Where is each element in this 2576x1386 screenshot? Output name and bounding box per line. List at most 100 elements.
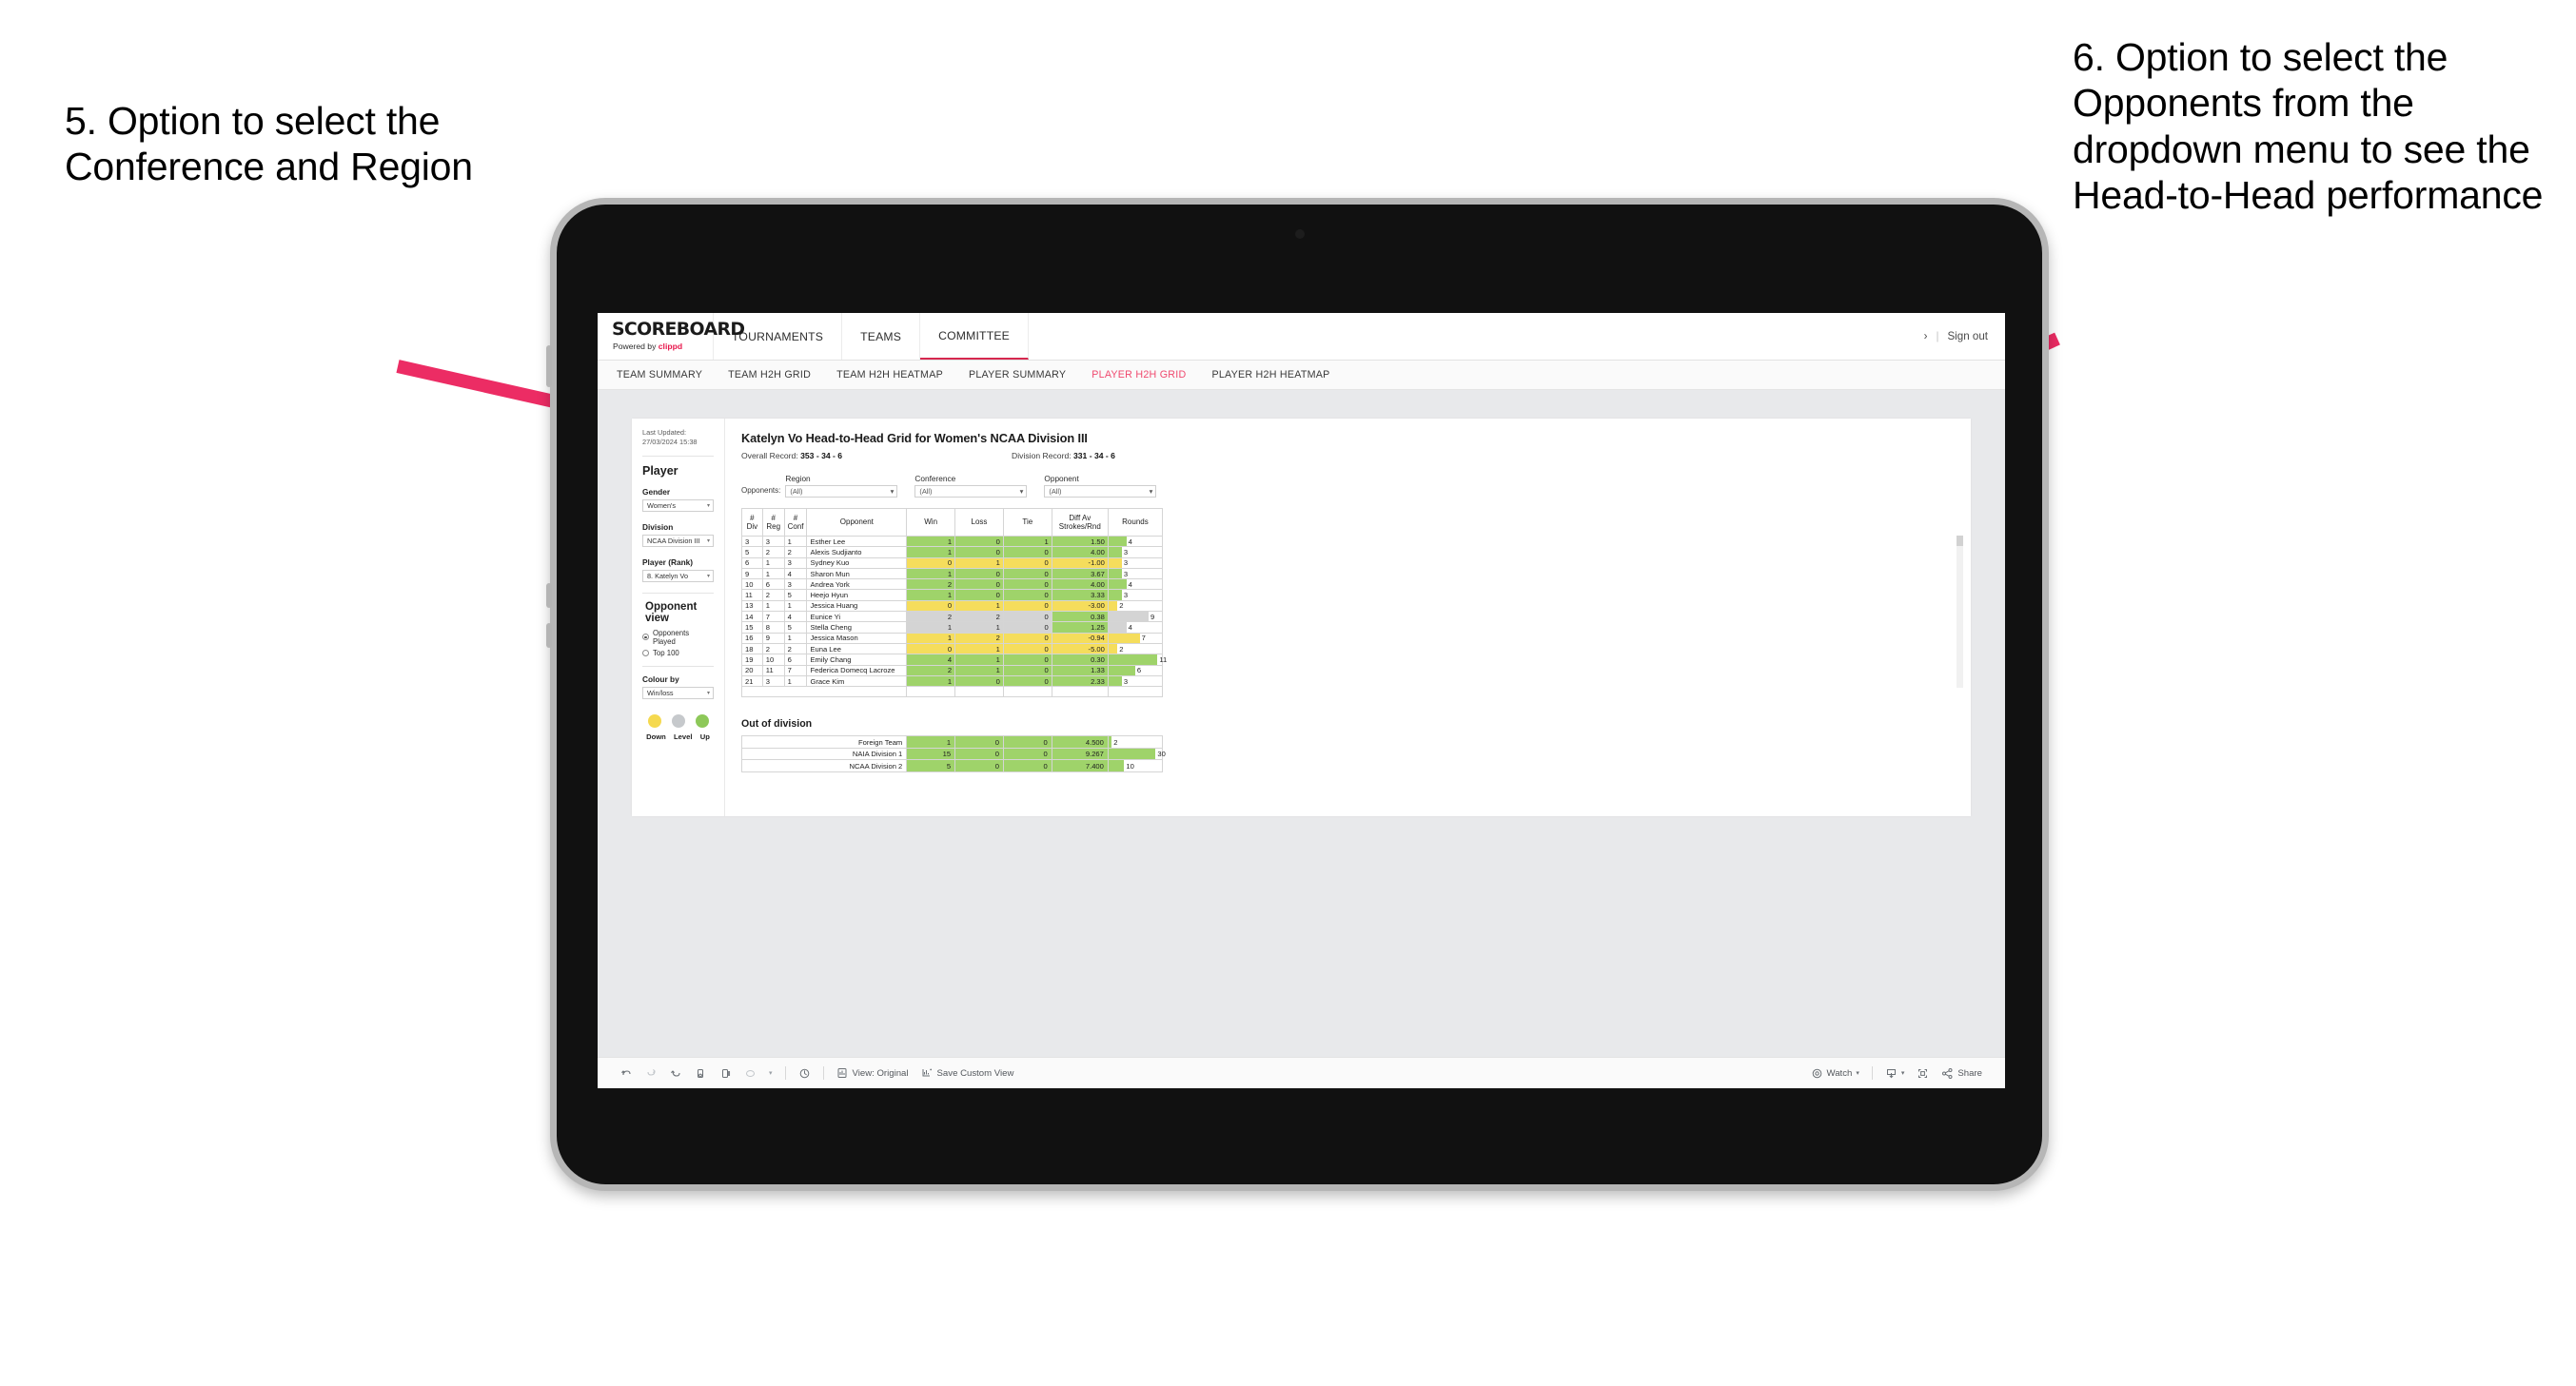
table-row[interactable]: 18 2 2 Euna Lee 0 1 0 -5.00 2: [741, 642, 1164, 655]
cell-opponent: Sydney Kuo: [806, 556, 908, 569]
table-row[interactable]: 20 11 7 Federica Domecq Lacroze 2 1 0 1.33 6: [741, 664, 1164, 676]
pause-auto-update-icon[interactable]: [719, 1067, 732, 1080]
table-row[interactable]: 19 10 6 Emily Chang 4 1 0 0.30 11: [741, 654, 1167, 666]
cell-rounds: 2: [1107, 599, 1164, 613]
table-row[interactable]: 6 1 3 Sydney Kuo 0 1 0 -1.00 3: [741, 556, 1164, 569]
column-header-4[interactable]: Win: [906, 508, 956, 537]
pan-icon[interactable]: [744, 1067, 757, 1080]
top-navigation: TOURNAMENTS TEAMS COMMITTEE: [714, 313, 1029, 360]
sign-out-link[interactable]: Sign out: [1947, 330, 1988, 342]
subnav-player-h2h-heatmap[interactable]: PLAYER H2H HEATMAP: [1211, 369, 1329, 381]
column-header-6[interactable]: Tie: [1002, 508, 1052, 537]
table-row[interactable]: 16 9 1 Jessica Mason 1 2 0 -0.94 7: [741, 632, 1164, 644]
table-row[interactable]: 21 3 1 Grace Kim 1 0 0 2.33 3: [741, 674, 1164, 688]
cell-loss: 1: [954, 642, 1004, 655]
ood-rounds: 30: [1107, 747, 1166, 761]
radio-opponents-played[interactable]: Opponents Played: [642, 629, 714, 646]
out-of-division-row[interactable]: Foreign Team 1 0 0 4.500 2: [740, 735, 1164, 749]
top-nav-teams[interactable]: TEAMS: [842, 313, 921, 360]
subnav-team-h2h-grid[interactable]: TEAM H2H GRID: [728, 369, 811, 381]
grid-vertical-scrollbar[interactable]: [1957, 536, 1963, 688]
table-row[interactable]: 13 1 1 Jessica Huang 0 1 0 -3.00 2: [741, 599, 1164, 613]
out-of-division-row[interactable]: NAIA Division 1 15 0 0 9.267 30: [740, 747, 1166, 761]
column-header-0[interactable]: # Div: [741, 508, 763, 537]
table-row[interactable]: 5 2 2 Alexis Sudjianto 1 0 0 4.00 3: [741, 546, 1164, 558]
table-row[interactable]: 14 7 4 Eunice Yi 2 2 0 0.38 9: [741, 611, 1164, 623]
table-row[interactable]: 11 2 5 Heejo Hyun 1 0 0 3.33 3: [741, 589, 1164, 601]
cell-conf: 4: [783, 611, 808, 623]
app-logo[interactable]: SCOREBOARD Powered by clippd: [598, 313, 745, 360]
division-value: NCAA Division III: [647, 536, 700, 545]
legend-swatch-up: [695, 713, 709, 728]
cell-div: 9: [741, 567, 763, 580]
opponent-filters: Opponents: Region (All) ▾ Conference (Al…: [741, 474, 1955, 498]
player-rank-label: Player (Rank): [642, 556, 694, 567]
subnav-player-summary[interactable]: PLAYER SUMMARY: [969, 369, 1066, 381]
refresh-data-icon[interactable]: [695, 1067, 707, 1080]
watch-button[interactable]: Watch ▾: [1811, 1067, 1859, 1080]
table-row[interactable]: 15 8 5 Stella Cheng 1 1 0 1.25 4: [741, 621, 1164, 634]
pan-dropdown-caret[interactable]: ▾: [769, 1069, 773, 1077]
redo-icon[interactable]: [645, 1067, 658, 1080]
scrollbar-thumb[interactable]: [1957, 536, 1963, 546]
subnav-team-h2h-heatmap[interactable]: TEAM H2H HEATMAP: [836, 369, 943, 381]
volume-button-top[interactable]: [546, 345, 552, 387]
volume-button-up[interactable]: [546, 583, 552, 608]
cell-win: 0: [906, 599, 956, 613]
out-of-division-row[interactable]: NCAA Division 2 5 0 0 7.400 10: [740, 759, 1164, 772]
ood-win: 15: [906, 747, 956, 761]
opponent-select[interactable]: (All) ▾: [1044, 485, 1157, 498]
table-row[interactable]: 9 1 4 Sharon Mun 1 0 0 3.67 3: [741, 567, 1164, 580]
cell-loss: 2: [954, 611, 1004, 623]
colour-by-select[interactable]: Win/loss ▾: [642, 686, 714, 699]
column-header-8[interactable]: Rounds: [1107, 508, 1164, 537]
cell-opponent: Alexis Sudjianto: [806, 546, 908, 558]
division-select[interactable]: NCAA Division III ▾: [642, 534, 714, 547]
legend-label-up: Up: [699, 732, 710, 741]
dashboard-card: Last Updated: 27/03/2024 15:38 Player Ge…: [632, 419, 1971, 816]
cell-win: 1: [906, 535, 956, 548]
cell-rounds: 11: [1107, 654, 1167, 666]
table-row[interactable]: 10 6 3 Andrea York 2 0 0 4.00 4: [741, 578, 1164, 591]
column-header-5[interactable]: Loss: [954, 508, 1004, 537]
ood-label: NCAA Division 2: [740, 759, 908, 772]
cell-win: 1: [906, 621, 956, 634]
region-select[interactable]: (All) ▾: [785, 485, 898, 498]
fullscreen-icon[interactable]: [1917, 1067, 1929, 1080]
ood-tie: 0: [1002, 747, 1052, 761]
out-of-division-title: Out of division: [741, 718, 813, 731]
region-filter: Region (All) ▾: [785, 474, 898, 498]
column-header-3[interactable]: Opponent: [806, 508, 908, 537]
column-header-1[interactable]: # Reg: [761, 508, 785, 537]
column-header-7[interactable]: Diff Av Strokes/Rnd: [1051, 508, 1109, 537]
page-root: 5. Option to select the Conference and R…: [0, 0, 2576, 1386]
view-original-button[interactable]: View: Original: [836, 1067, 909, 1080]
table-row[interactable]: 3 3 1 Esther Lee 1 0 1 1.50 4: [741, 535, 1164, 548]
download-button[interactable]: ▾: [1885, 1067, 1904, 1080]
player-rank-value: 8. Katelyn Vo: [647, 571, 689, 580]
volume-button-down[interactable]: [546, 623, 552, 648]
top-nav-committee[interactable]: COMMITTEE: [920, 313, 1029, 360]
cell-loss: 2: [954, 632, 1004, 644]
gender-select[interactable]: Women's ▾: [642, 498, 714, 512]
conference-select[interactable]: (All) ▾: [914, 485, 1028, 498]
column-header-2[interactable]: # Conf: [783, 508, 808, 537]
subnav-player-h2h-grid[interactable]: PLAYER H2H GRID: [1091, 369, 1186, 381]
player-rank-select[interactable]: 8. Katelyn Vo ▾: [642, 569, 714, 582]
undo-icon[interactable]: [620, 1067, 633, 1080]
cell-reg: 1: [761, 556, 785, 569]
cell-rounds: 2: [1107, 642, 1164, 655]
out-of-division-table: Foreign Team 1 0 0 4.500 2 NAIA Division 1 15 0 0…: [740, 735, 1166, 772]
cell-div: 11: [741, 589, 763, 601]
subnav-team-summary[interactable]: TEAM SUMMARY: [617, 369, 702, 381]
revert-icon[interactable]: [670, 1067, 682, 1080]
account-chevron-icon[interactable]: ›: [1924, 330, 1928, 342]
share-button[interactable]: Share: [1941, 1067, 1982, 1080]
cell-tie: 0: [1002, 546, 1052, 558]
pause-icon[interactable]: [798, 1067, 811, 1080]
sub-navigation: TEAM SUMMARY TEAM H2H GRID TEAM H2H HEAT…: [598, 361, 2005, 390]
save-custom-view-button[interactable]: Save Custom View: [921, 1067, 1013, 1080]
radio-top-100-label: Top 100: [653, 648, 679, 657]
watch-eye-icon: [1811, 1067, 1823, 1080]
radio-top-100[interactable]: Top 100: [642, 649, 714, 657]
